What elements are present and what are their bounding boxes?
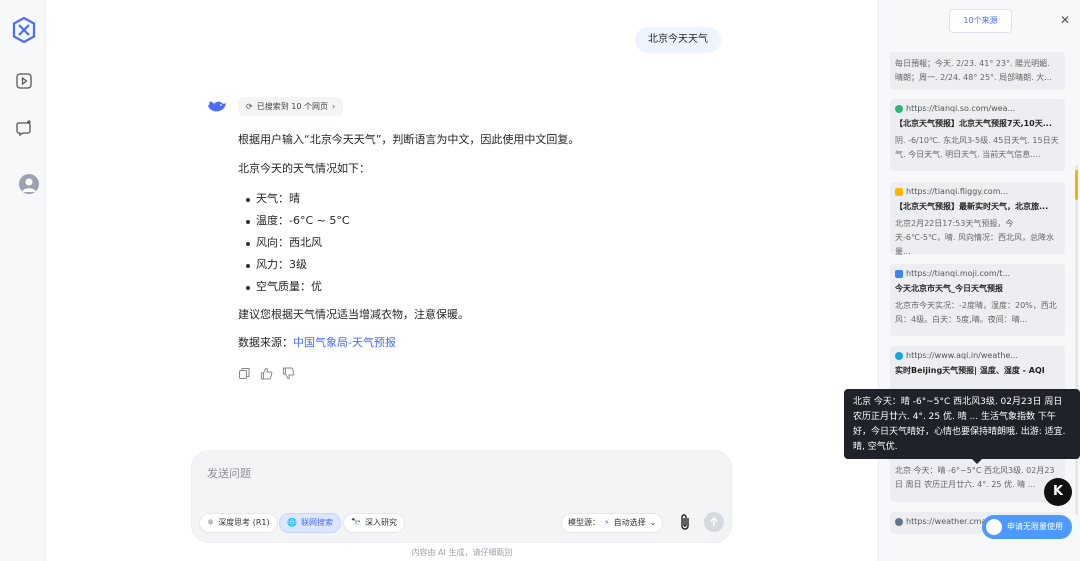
atom-icon: ⚛ [207, 518, 215, 527]
source-snippet: 北京市今天实况：-2度晴，湿度：20%，西北风：4级。白天：5度,晴。夜间：晴.… [895, 301, 1057, 324]
search-results-toggle[interactable]: ⟳ 已搜索到 10 个网页 › [238, 97, 344, 116]
answer-source: 数据来源：中国气象局-天气预报 [238, 334, 396, 350]
close-icon[interactable]: ✕ [1058, 13, 1072, 27]
list-item: 风力：3级 [238, 254, 350, 276]
deep-think-button[interactable]: ⚛ 深度思考 (R1) [199, 513, 278, 533]
copy-icon[interactable] [238, 367, 251, 380]
model-select[interactable]: 模型源： ⚡ 自动选择 ⌄ [561, 513, 664, 533]
list-item: 风向：西北风 [238, 232, 350, 254]
bot-icon [986, 519, 1002, 535]
source-url: https://weather.cma... [906, 517, 994, 526]
source-title: 【北京天气预报】最新实时天气，北京旅... [895, 202, 1049, 211]
source-card[interactable]: https://tianqi.so.com/wea... 【北京天气预报】北京天… [890, 99, 1065, 171]
source-snippet: 北京 今天：晴 -6°~5°C 西北风3级. 02月23日 周日 农历正月廿六.… [895, 466, 1055, 489]
deep-think-label: 深度思考 (R1) [218, 518, 270, 527]
thumbs-down-icon[interactable] [282, 367, 295, 380]
weather-list: 天气：晴 温度：-6°C ~ 5°C 风向：西北风 风力：3级 空气质量：优 [238, 188, 350, 298]
source-url: https://tianqi.so.com/wea... [906, 104, 1016, 113]
globe-icon: 🌐 [287, 518, 297, 527]
chat-history-icon[interactable] [15, 119, 33, 137]
deep-research-button[interactable]: 🔭 深入研究 [343, 513, 405, 533]
left-sidebar [0, 0, 46, 561]
source-tooltip: 北京 今天：晴 -6°~5°C 西北风3级. 02月23日 周日 农历正月廿六.… [844, 389, 1080, 464]
source-label: 数据来源： [238, 336, 293, 349]
source-card[interactable]: https://tianqi.fliggy.com... 【北京天气预报】最新实… [890, 182, 1065, 256]
source-url: https://tianqi.fliggy.com... [906, 187, 1009, 196]
web-search-button[interactable]: 🌐 联网搜索 [279, 513, 341, 533]
app-logo-icon[interactable] [12, 17, 36, 43]
aqi-favicon-icon [895, 351, 903, 360]
answer-lead: 北京今天的天气情况如下： [238, 162, 370, 175]
message-composer[interactable]: 发送问题 ⚛ 深度思考 (R1) 🌐 联网搜索 🔭 深入研究 模型源： ⚡ 自动… [191, 450, 732, 543]
chevron-down-icon: ⌄ [649, 518, 657, 527]
sources-button[interactable]: 10个来源 [949, 9, 1012, 33]
source-title: 实时Beijing天气预报| 温度、湿度 - AQI [895, 366, 1045, 375]
moji-favicon-icon [895, 269, 903, 278]
list-item: 天气：晴 [238, 188, 350, 210]
source-card[interactable]: 每日預報；今天. 2/23. 41° 23°. 陽光明媚. 晴朗；周一. 2/2… [890, 52, 1065, 90]
source-url: https://tianqi.moji.com/t... [906, 269, 1011, 278]
search-results-label: 已搜索到 10 个网页 [256, 102, 328, 111]
source-title: 今天北京市天气_今日天气预报 [895, 284, 1003, 293]
source-title: 【北京天气预报】北京天气预报7天,10天... [895, 119, 1052, 128]
user-message-bubble: 北京今天天气 [635, 27, 721, 53]
source-snippet: 阴. -6/10℃. 东北风3-5级. 45日天气. 15日天气. 今日天气. … [895, 136, 1059, 159]
model-label: 模型源： [568, 518, 600, 527]
list-item: 空气质量：优 [238, 276, 350, 298]
ai-disclaimer: 内容由 AI 生成，请仔细甄别 [411, 548, 513, 557]
refresh-search-icon: ⟳ [246, 102, 253, 111]
list-item: 温度：-6°C ~ 5°C [238, 210, 350, 232]
avatar[interactable] [19, 174, 39, 194]
web-search-label: 联网搜索 [300, 518, 333, 527]
unlimited-usage-label: 申请无限量使用 [1007, 522, 1063, 531]
send-button[interactable] [704, 512, 724, 532]
source-url: https://www.aqi.in/weathe... [906, 351, 1018, 360]
source-snippet: 北京2月22日17:53天气预报，今天-6℃-5℃，晴. 风向情况：西北风，总降… [895, 219, 1055, 256]
cma-favicon-icon [895, 517, 903, 526]
paperclip-icon[interactable] [678, 513, 692, 531]
chevron-right-icon: › [331, 102, 336, 111]
lightning-icon: ⚡ [604, 518, 610, 527]
message-actions [238, 367, 295, 380]
whale-logo-icon [208, 101, 226, 112]
deep-research-label: 深入研究 [364, 518, 397, 527]
answer-intro: 根据用户输入“北京今天天气”，判断语言为中文，因此使用中文回复。 [238, 133, 580, 146]
source-link[interactable]: 中国气象局-天气预报 [293, 336, 396, 349]
model-value: 自动选择 [613, 518, 646, 527]
sources-panel: 10个来源 ✕ 每日預報；今天. 2/23. 41° 23°. 陽光明媚. 晴朗… [878, 0, 1080, 561]
source-card[interactable]: https://tianqi.moji.com/t... 今天北京市天气_今日天… [890, 264, 1065, 336]
fliggy-favicon-icon [895, 187, 903, 196]
thumbs-up-icon[interactable] [260, 367, 273, 380]
floating-assistant-button[interactable]: K [1044, 478, 1072, 506]
source-snippet: 每日預報；今天. 2/23. 41° 23°. 陽光明媚. 晴朗；周一. 2/2… [895, 59, 1052, 82]
unlimited-usage-button[interactable]: 申请无限量使用 [982, 515, 1072, 539]
telescope-icon: 🔭 [351, 518, 361, 527]
panel-scrollbar-thumb[interactable] [1075, 170, 1078, 200]
source-card[interactable]: https://www.aqi.in/weathe... 实时Beijing天气… [890, 346, 1065, 391]
arrow-up-icon [710, 517, 718, 526]
so-favicon-icon [895, 104, 903, 113]
new-chat-icon[interactable] [15, 72, 33, 90]
panel-scrollbar[interactable] [1075, 165, 1078, 515]
answer-advice: 建议您根据天气情况适当增减衣物，注意保暖。 [238, 308, 469, 321]
message-input[interactable]: 发送问题 [207, 465, 251, 481]
